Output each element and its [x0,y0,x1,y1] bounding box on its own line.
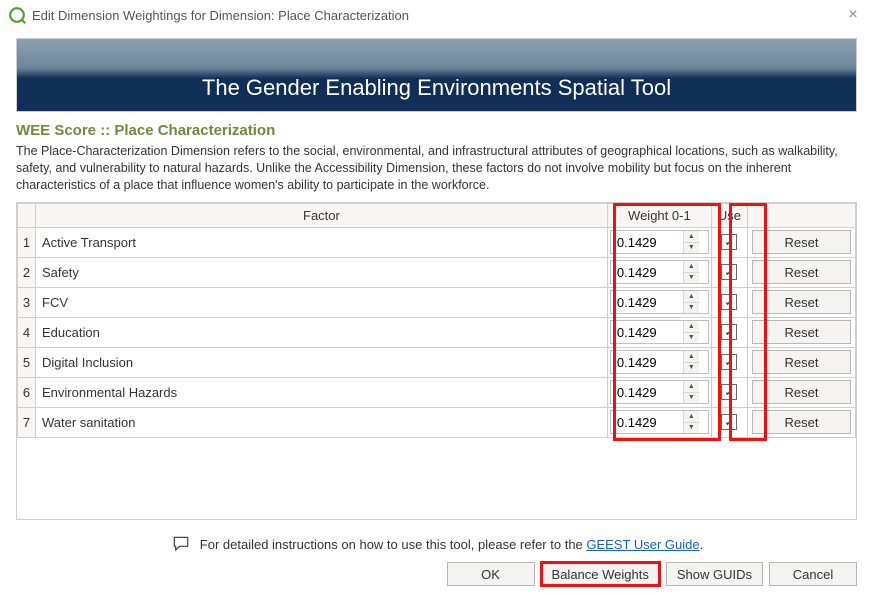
weight-input[interactable] [611,351,683,373]
reset-button[interactable]: Reset [752,320,851,344]
titlebar: Edit Dimension Weightings for Dimension:… [0,0,873,30]
reset-button[interactable]: Reset [752,230,851,254]
use-checkbox[interactable]: ✓ [721,234,737,250]
row-number: 3 [18,287,36,317]
factor-cell: Water sanitation [36,407,608,437]
weightings-table: Factor Weight 0-1 Use 1Active Transport▲… [16,202,857,520]
reset-button[interactable]: Reset [752,380,851,404]
spin-down-icon[interactable]: ▼ [684,423,699,434]
dialog-buttons: OK Balance Weights Show GUIDs Cancel [447,562,857,586]
section-title: WEE Score :: Place Characterization [16,122,857,139]
app-icon [8,6,26,24]
spin-up-icon[interactable]: ▲ [684,321,699,333]
reset-button[interactable]: Reset [752,410,851,434]
spin-up-icon[interactable]: ▲ [684,231,699,243]
close-icon[interactable]: × [841,3,865,27]
use-checkbox[interactable]: ✓ [721,354,737,370]
weight-spinner[interactable]: ▲▼ [610,290,709,314]
spin-down-icon[interactable]: ▼ [684,363,699,374]
user-guide-link[interactable]: GEEST User Guide [586,537,699,552]
weight-input[interactable] [611,231,683,253]
weight-input[interactable] [611,381,683,403]
balance-weights-button[interactable]: Balance Weights [541,562,660,586]
spin-up-icon[interactable]: ▲ [684,291,699,303]
show-guids-button[interactable]: Show GUIDs [666,562,763,586]
reset-button[interactable]: Reset [752,290,851,314]
row-number: 5 [18,347,36,377]
row-number: 2 [18,257,36,287]
spin-down-icon[interactable]: ▼ [684,273,699,284]
banner: The Gender Enabling Environments Spatial… [16,38,857,112]
row-number: 1 [18,227,36,257]
row-number: 6 [18,377,36,407]
table-row: 3FCV▲▼✓Reset [18,287,856,317]
reset-button[interactable]: Reset [752,260,851,284]
use-checkbox[interactable]: ✓ [721,324,737,340]
use-checkbox[interactable]: ✓ [721,264,737,280]
section-description: The Place-Characterization Dimension ref… [16,143,857,194]
banner-title: The Gender Enabling Environments Spatial… [202,75,671,101]
spin-up-icon[interactable]: ▲ [684,411,699,423]
weight-input[interactable] [611,261,683,283]
spin-up-icon[interactable]: ▲ [684,261,699,273]
factor-cell: Education [36,317,608,347]
header-blank [18,203,36,227]
weight-input[interactable] [611,321,683,343]
spin-down-icon[interactable]: ▼ [684,333,699,344]
reset-button[interactable]: Reset [752,350,851,374]
table-row: 4Education▲▼✓Reset [18,317,856,347]
header-reset [748,203,856,227]
use-checkbox[interactable]: ✓ [721,294,737,310]
header-use: Use [711,203,747,227]
window-title: Edit Dimension Weightings for Dimension:… [32,8,409,23]
weight-input[interactable] [611,411,683,433]
footer-info: For detailed instructions on how to use … [0,534,873,554]
factor-cell: Active Transport [36,227,608,257]
factor-cell: FCV [36,287,608,317]
use-checkbox[interactable]: ✓ [721,384,737,400]
spin-down-icon[interactable]: ▼ [684,243,699,254]
spin-up-icon[interactable]: ▲ [684,351,699,363]
weight-spinner[interactable]: ▲▼ [610,320,709,344]
header-weight: Weight 0-1 [607,203,711,227]
header-factor: Factor [36,203,608,227]
weight-spinner[interactable]: ▲▼ [610,350,709,374]
spin-down-icon[interactable]: ▼ [684,393,699,404]
weight-spinner[interactable]: ▲▼ [610,230,709,254]
table-row: 2Safety▲▼✓Reset [18,257,856,287]
ok-button[interactable]: OK [447,562,535,586]
factor-cell: Safety [36,257,608,287]
factor-cell: Environmental Hazards [36,377,608,407]
table-header-row: Factor Weight 0-1 Use [18,203,856,227]
use-checkbox[interactable]: ✓ [721,414,737,430]
weight-input[interactable] [611,291,683,313]
footer-period: . [700,537,704,552]
row-number: 4 [18,317,36,347]
weight-spinner[interactable]: ▲▼ [610,380,709,404]
cancel-button[interactable]: Cancel [769,562,857,586]
spin-down-icon[interactable]: ▼ [684,303,699,314]
weight-spinner[interactable]: ▲▼ [610,410,709,434]
footer-text: For detailed instructions on how to use … [200,537,587,552]
speech-bubble-icon [170,534,192,554]
spin-up-icon[interactable]: ▲ [684,381,699,393]
table-row: 6Environmental Hazards▲▼✓Reset [18,377,856,407]
weight-spinner[interactable]: ▲▼ [610,260,709,284]
table-row: 7Water sanitation▲▼✓Reset [18,407,856,437]
table-row: 5Digital Inclusion▲▼✓Reset [18,347,856,377]
factor-cell: Digital Inclusion [36,347,608,377]
table-row: 1Active Transport▲▼✓Reset [18,227,856,257]
row-number: 7 [18,407,36,437]
